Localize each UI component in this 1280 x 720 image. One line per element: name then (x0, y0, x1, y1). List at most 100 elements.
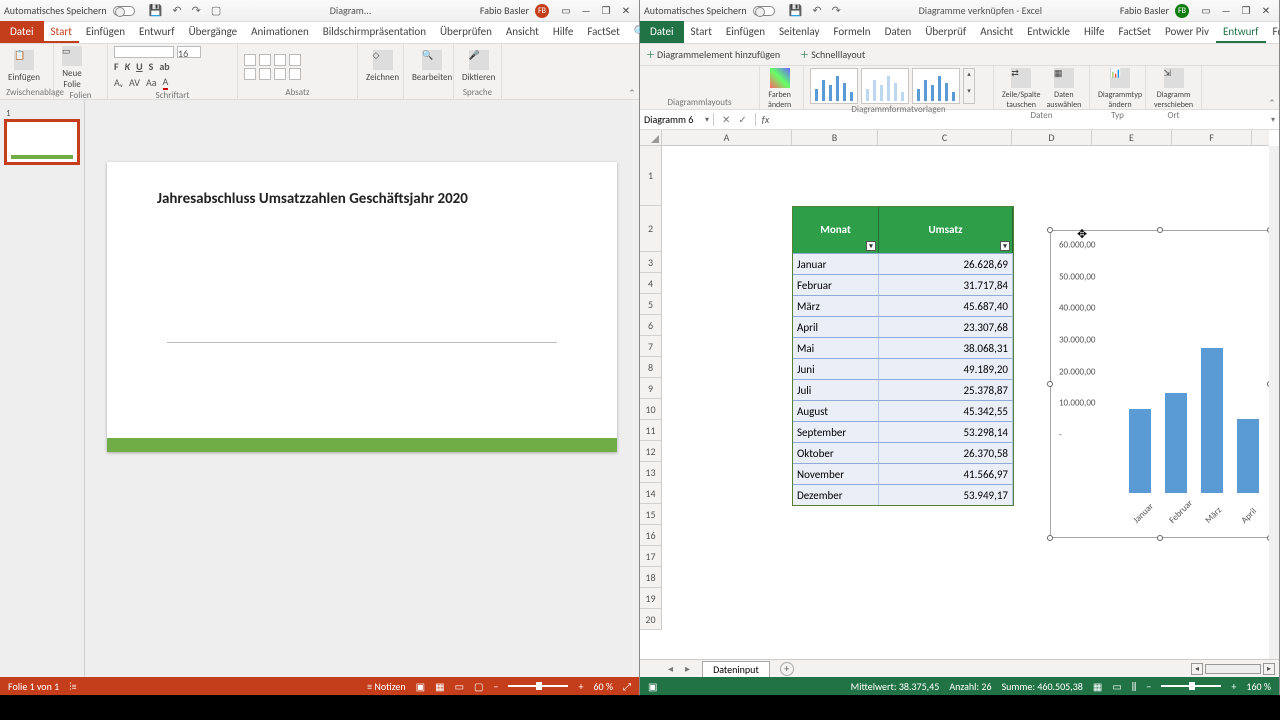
cell-month[interactable]: Dezember (793, 484, 879, 505)
cell-value[interactable]: 41.566,97 (879, 463, 1013, 484)
row-header-2[interactable]: 2 (640, 206, 661, 252)
page-layout-icon[interactable]: ▭ (1112, 680, 1121, 693)
select-all-corner[interactable] (640, 130, 662, 146)
row-headers[interactable]: 1234567891011121314151617181920 (640, 146, 662, 630)
header-monat[interactable]: Monat▾ (793, 207, 879, 253)
save-icon[interactable]: 💾 (149, 4, 163, 17)
redo-icon[interactable]: ↷ (192, 4, 201, 17)
row-header-1[interactable]: 1 (640, 146, 661, 206)
data-table[interactable]: Monat▾ Umsatz▾ Januar26.628,69Februar31.… (792, 206, 1014, 506)
justify-button[interactable] (289, 68, 301, 80)
chart-style-2[interactable] (861, 68, 909, 104)
bold-button[interactable]: F (114, 60, 119, 73)
xl-zoom-value[interactable]: 160 % (1246, 680, 1271, 693)
underline-button[interactable]: U (136, 60, 143, 73)
expand-formula-bar-icon[interactable]: ▾ (1267, 115, 1279, 125)
col-header-F[interactable]: F (1172, 130, 1252, 145)
numbering-button[interactable] (259, 54, 271, 66)
font-size-dropdown[interactable]: 16 (177, 46, 201, 58)
row-header-8[interactable]: 8 (640, 357, 661, 378)
text-shadow-button[interactable]: ab (159, 60, 169, 73)
tab-animationen[interactable]: Animationen (244, 21, 316, 43)
table-row[interactable]: Juli25.378,87 (793, 379, 1013, 400)
reading-view-icon[interactable]: ▭ (455, 680, 464, 693)
chart-style-gallery[interactable]: ▴▾ (810, 68, 975, 104)
vertical-scrollbar[interactable] (632, 100, 639, 677)
collapse-ribbon-icon[interactable]: ⌃ (1265, 66, 1279, 109)
cell-month[interactable]: Juli (793, 379, 879, 400)
cell-value[interactable]: 23.307,68 (879, 316, 1013, 337)
paste-button[interactable]: 📋Einfügen (6, 50, 42, 83)
minimize-icon[interactable]: — (1217, 4, 1235, 17)
tab-einfuegen[interactable]: Einfügen (719, 21, 772, 43)
align-center-button[interactable] (259, 68, 271, 80)
row-header-13[interactable]: 13 (640, 462, 661, 483)
row-header-20[interactable]: 20 (640, 609, 661, 630)
header-umsatz[interactable]: Umsatz▾ (879, 207, 1013, 253)
table-row[interactable]: Juni49.189,20 (793, 358, 1013, 379)
table-row[interactable]: April23.307,68 (793, 316, 1013, 337)
add-chart-element-button[interactable]: Diagrammelement hinzufügen (646, 48, 780, 61)
tab-entwurf[interactable]: Entwurf (1216, 21, 1266, 43)
autosave-toggle[interactable]: Automatisches Speichern (4, 4, 135, 17)
sheet-tab-dateninput[interactable]: Dateninput (702, 661, 770, 677)
chart-style-1[interactable] (810, 68, 858, 104)
save-icon[interactable]: 💾 (789, 4, 803, 17)
close-icon[interactable]: ✕ (617, 4, 635, 17)
cell-value[interactable]: 31.717,84 (879, 274, 1013, 295)
filter-dropdown-icon[interactable]: ▾ (866, 241, 876, 251)
normal-view-icon[interactable]: ▣ (416, 680, 425, 693)
tab-formeln[interactable]: Formeln (826, 21, 877, 43)
sheet-nav-first-icon[interactable]: ◂ (668, 662, 673, 675)
tab-praesentation[interactable]: Bildschirmpräsentation (316, 21, 433, 43)
tab-powerpivot[interactable]: Power Piv (1158, 21, 1216, 43)
xl-zoom-slider[interactable] (1161, 685, 1221, 687)
normal-view-icon[interactable]: ▦ (1093, 680, 1102, 693)
confirm-icon[interactable]: ✓ (738, 113, 746, 126)
row-header-12[interactable]: 12 (640, 441, 661, 462)
scroll-left-icon[interactable]: ◂ (1191, 663, 1203, 675)
row-header-4[interactable]: 4 (640, 273, 661, 294)
zoom-out-icon[interactable]: − (1146, 680, 1151, 693)
col-header-D[interactable]: D (1012, 130, 1092, 145)
column-headers[interactable]: ABCDEF (662, 130, 1269, 146)
row-header-18[interactable]: 18 (640, 567, 661, 588)
collapse-ribbon-icon[interactable]: ⌃ (625, 44, 639, 99)
cell-value[interactable]: 25.378,87 (879, 379, 1013, 400)
col-header-A[interactable]: A (662, 130, 792, 145)
scroll-right-icon[interactable]: ▸ (1263, 663, 1275, 675)
cell-value[interactable]: 26.370,58 (879, 442, 1013, 463)
italic-button[interactable]: K (125, 60, 130, 73)
cell-month[interactable]: Mai (793, 337, 879, 358)
row-header-9[interactable]: 9 (640, 378, 661, 399)
zoom-out-icon[interactable]: − (493, 680, 498, 693)
tab-ansicht[interactable]: Ansicht (973, 21, 1020, 43)
xl-vertical-scrollbar[interactable] (1269, 146, 1279, 659)
col-header-C[interactable]: C (878, 130, 1012, 145)
change-colors-button[interactable]: Farben ändern (766, 68, 793, 110)
minimize-icon[interactable]: — (577, 4, 595, 17)
cell-month[interactable]: Oktober (793, 442, 879, 463)
pp-user-avatar[interactable]: FB (535, 4, 549, 18)
zoom-slider[interactable] (508, 685, 568, 687)
align-right-button[interactable] (274, 68, 286, 80)
fx-icon[interactable]: fx (755, 113, 769, 126)
file-tab[interactable]: Datei (0, 21, 44, 43)
row-header-19[interactable]: 19 (640, 588, 661, 609)
record-macro-icon[interactable]: ▣ (648, 680, 657, 693)
slideshow-view-icon[interactable]: ▢ (474, 680, 483, 693)
move-chart-button[interactable]: ⇲Diagramm verschieben (1152, 68, 1195, 110)
chart-bar[interactable] (1129, 409, 1151, 493)
new-slide-button[interactable]: ▭Neue Folie (60, 46, 84, 90)
embedded-chart[interactable]: ✥ 60.000,0050.000,0040.000,0030.000,0020… (1050, 230, 1270, 538)
cell-value[interactable]: 53.949,17 (879, 484, 1013, 505)
table-row[interactable]: Oktober26.370,58 (793, 442, 1013, 463)
undo-icon[interactable]: ↶ (812, 4, 821, 17)
row-header-15[interactable]: 15 (640, 504, 661, 525)
font-color-button[interactable]: A (163, 75, 169, 90)
tab-factset[interactable]: FactSet (580, 21, 627, 43)
sheet-nav-prev-icon[interactable]: ▸ (685, 662, 690, 675)
table-row[interactable]: Januar26.628,69 (793, 253, 1013, 274)
toggle-icon[interactable] (753, 6, 775, 16)
fit-icon[interactable]: ⤢ (623, 680, 631, 693)
